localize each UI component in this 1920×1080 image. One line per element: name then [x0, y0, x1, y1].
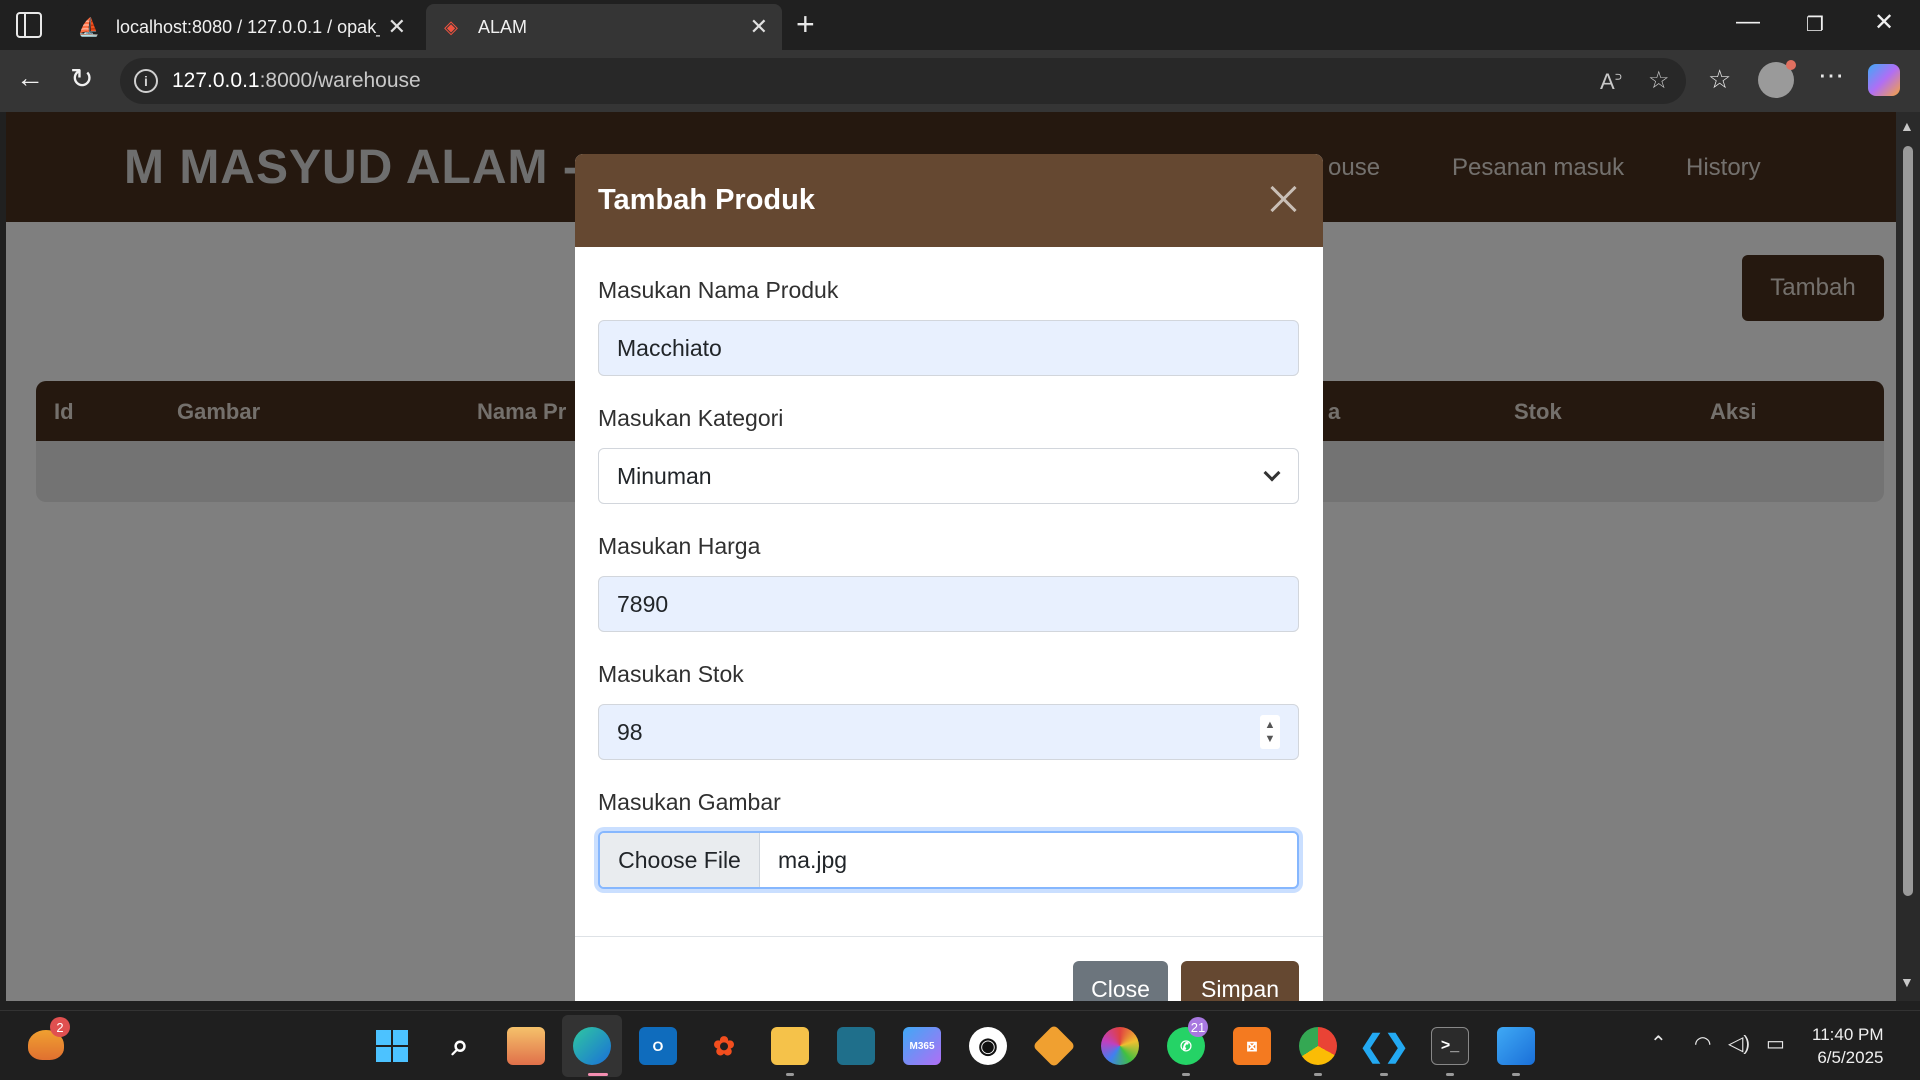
chevron-down-icon: [1263, 464, 1281, 482]
outlook-icon[interactable]: O: [639, 1027, 677, 1065]
category-value: Minuman: [617, 462, 712, 489]
weather-badge: 2: [50, 1017, 70, 1037]
restore-button[interactable]: ❐: [1806, 12, 1824, 37]
photos-icon[interactable]: [1497, 1027, 1535, 1065]
close-tab-icon[interactable]: ✕: [388, 14, 406, 40]
product-name-label: Masukan Nama Produk: [598, 277, 839, 303]
m365-icon[interactable]: M365: [903, 1027, 941, 1065]
image-label: Masukan Gambar: [598, 789, 781, 815]
number-spinner[interactable]: ▲ ▼: [1260, 715, 1280, 749]
price-value: 7890: [617, 590, 669, 617]
windows-start-icon[interactable]: [373, 1027, 411, 1065]
image-file-input[interactable]: Choose File ma.jpg: [598, 831, 1299, 889]
system-clock[interactable]: 11:40 PM 6/5/2025: [1812, 1023, 1884, 1069]
clock-time: 11:40 PM: [1812, 1025, 1884, 1044]
running-indicator: [1182, 1073, 1190, 1076]
whatsapp-badge: 21: [1188, 1017, 1208, 1037]
address-bar[interactable]: i 127.0.0.1 :8000/warehouse A꜄ ☆: [120, 58, 1686, 104]
m365-label: M365: [909, 1040, 935, 1052]
tab-phpmyadmin[interactable]: ⛵ localhost:8080 / 127.0.0.1 / opak_l ✕: [64, 4, 420, 50]
choose-file-button[interactable]: Choose File: [600, 833, 760, 887]
profile-avatar[interactable]: [1758, 60, 1796, 98]
copilot-icon[interactable]: [1868, 64, 1900, 96]
battery-icon[interactable]: ▭: [1766, 1031, 1785, 1056]
more-menu-icon[interactable]: ⋯: [1818, 60, 1844, 91]
figma-icon[interactable]: ✿: [705, 1027, 743, 1065]
minimize-button[interactable]: —: [1736, 8, 1760, 36]
file-name: ma.jpg: [778, 846, 848, 873]
read-aloud-icon[interactable]: A꜄: [1600, 66, 1622, 96]
stock-value: 98: [617, 718, 643, 745]
windows-taskbar: 2 ⌕ O ✿ M365 ◉ ✆ 21 ⊠ ❮❯ >_ ⌃ ◠ ◁) ▭ 11:…: [0, 1010, 1920, 1080]
chrome-icon[interactable]: [1299, 1027, 1337, 1065]
scroll-thumb[interactable]: [1903, 146, 1913, 896]
color-app-icon[interactable]: [1101, 1027, 1139, 1065]
scroll-up-icon[interactable]: ▲: [1900, 118, 1914, 134]
laravel-icon: ◈: [444, 16, 458, 37]
close-tab-icon[interactable]: ✕: [750, 14, 768, 40]
tab-alam[interactable]: ◈ ALAM ✕: [426, 4, 782, 50]
clock-date: 6/5/2025: [1817, 1048, 1884, 1067]
running-indicator: [1446, 1073, 1454, 1076]
tab-title: localhost:8080 / 127.0.0.1 / opak_l: [116, 16, 380, 37]
price-input[interactable]: 7890: [598, 576, 1299, 632]
address-toolbar: ← ↻ i 127.0.0.1 :8000/warehouse A꜄ ☆ ☆ ⋯: [0, 50, 1920, 112]
modal-title: Tambah Produk: [598, 184, 815, 216]
save-button[interactable]: Simpan: [1181, 961, 1299, 1001]
notes-app-icon[interactable]: [837, 1027, 875, 1065]
task-view-icon[interactable]: [507, 1027, 545, 1065]
scroll-down-icon[interactable]: ▼: [1900, 974, 1914, 990]
wifi-icon[interactable]: ◠: [1694, 1031, 1711, 1056]
favorite-star-icon[interactable]: ☆: [1648, 66, 1670, 95]
running-indicator: [786, 1073, 794, 1076]
product-name-value: Macchiato: [617, 334, 722, 361]
add-product-modal: Tambah Produk Masukan Nama Produk Macchi…: [575, 154, 1323, 1001]
close-icon[interactable]: [1265, 180, 1301, 216]
category-select[interactable]: Minuman: [598, 448, 1299, 504]
page-scrollbar[interactable]: ▲ ▼: [1896, 112, 1920, 1001]
tab-actions-icon[interactable]: [16, 12, 42, 38]
site-info-icon[interactable]: i: [134, 69, 158, 93]
close-window-button[interactable]: ✕: [1874, 8, 1894, 37]
close-button[interactable]: Close: [1073, 961, 1168, 1001]
terminal-icon[interactable]: >_: [1431, 1027, 1469, 1065]
vscode-icon[interactable]: ❮❯: [1359, 1027, 1409, 1065]
volume-icon[interactable]: ◁): [1728, 1031, 1750, 1056]
product-name-input[interactable]: Macchiato: [598, 320, 1299, 376]
running-indicator: [1314, 1073, 1322, 1076]
running-indicator: [1380, 1073, 1388, 1076]
show-hidden-icons-icon[interactable]: ⌃: [1650, 1031, 1667, 1056]
favorites-icon[interactable]: ☆: [1708, 64, 1731, 95]
running-indicator: [588, 1073, 608, 1076]
category-label: Masukan Kategori: [598, 405, 784, 431]
file-explorer-icon[interactable]: [771, 1027, 809, 1065]
url-path: :8000/warehouse: [259, 69, 421, 92]
stock-label: Masukan Stok: [598, 661, 744, 687]
stock-input[interactable]: 98 ▲ ▼: [598, 704, 1299, 760]
modal-footer: Close Simpan: [575, 936, 1323, 1001]
refresh-button[interactable]: ↻: [70, 62, 93, 95]
browser-tab-bar: ⛵ localhost:8080 / 127.0.0.1 / opak_l ✕ …: [0, 0, 1920, 50]
url-host: 127.0.0.1: [172, 69, 260, 92]
back-button[interactable]: ←: [16, 62, 44, 94]
github-icon[interactable]: ◉: [969, 1027, 1007, 1065]
new-tab-button[interactable]: +: [796, 6, 815, 43]
xampp-icon[interactable]: ⊠: [1233, 1027, 1271, 1065]
modal-header: Tambah Produk: [575, 154, 1323, 247]
git-icon[interactable]: [1032, 1024, 1076, 1068]
tab-title: ALAM: [478, 16, 528, 37]
price-label: Masukan Harga: [598, 533, 761, 559]
search-icon[interactable]: ⌕: [441, 1027, 479, 1065]
running-indicator: [1512, 1073, 1520, 1076]
edge-browser-icon[interactable]: [573, 1027, 611, 1065]
phpmyadmin-icon: ⛵: [77, 16, 101, 37]
